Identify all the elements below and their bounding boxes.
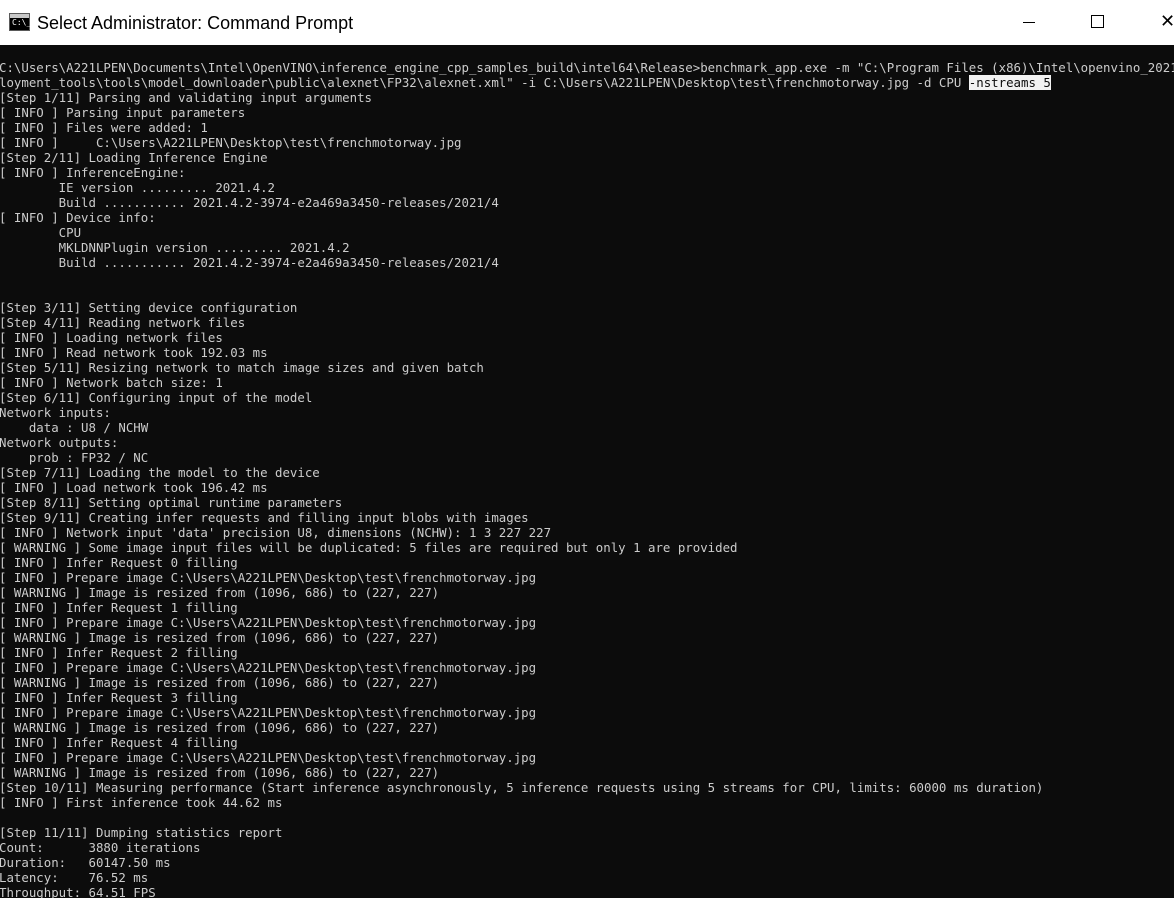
console-line: [ INFO ] Load network took 196.42 ms [0,480,268,495]
console-line: data : U8 / NCHW [0,420,149,435]
minimize-button[interactable] [1006,0,1052,45]
console-line: [Step 7/11] Loading the model to the dev… [0,465,320,480]
window-title: Select Administrator: Command Prompt [37,13,354,33]
close-icon: ✕ [1160,11,1174,32]
cmd-icon[interactable]: C:\_ [9,13,32,31]
console-line: [ INFO ] Files were added: 1 [0,120,208,135]
console-line: CPU [0,225,82,240]
console-line: [ WARNING ] Image is resized from (1096,… [0,585,440,600]
console-output[interactable]: C:\Users\A221LPEN\Documents\Intel\OpenVI… [0,45,1174,898]
console-line: [ INFO ] Prepare image C:\Users\A221LPEN… [0,570,537,585]
console-line: [ WARNING ] Image is resized from (1096,… [0,720,440,735]
console-line: [ INFO ] Infer Request 2 filling [0,645,238,660]
console-line: [ INFO ] First inference took 44.62 ms [0,795,283,810]
console-line: [ INFO ] Loading network files [0,330,223,345]
maximize-button[interactable] [1074,0,1120,45]
console-line: [ INFO ] Network batch size: 1 [0,375,223,390]
console-line: Build ........... 2021.4.2-3974-e2a469a3… [0,255,499,270]
console-line: [ INFO ] Infer Request 3 filling [0,690,238,705]
console-line: [Step 11/11] Dumping statistics report [0,825,283,840]
console-line: Network outputs: [0,435,119,450]
console-line: [ INFO ] Infer Request 4 filling [0,735,238,750]
console-line: [Step 1/11] Parsing and validating input… [0,90,372,105]
console-line: [ WARNING ] Image is resized from (1096,… [0,765,440,780]
console-line: [Step 2/11] Loading Inference Engine [0,150,268,165]
console-line: [ WARNING ] Image is resized from (1096,… [0,675,440,690]
console-line: Latency: 76.52 ms [0,870,149,885]
minimize-icon [1023,22,1035,23]
console-line: [ INFO ] C:\Users\A221LPEN\Desktop\test\… [0,135,462,150]
console-line: [ INFO ] Prepare image C:\Users\A221LPEN… [0,660,537,675]
console-line: [ INFO ] Infer Request 0 filling [0,555,238,570]
title-bar[interactable]: C:\_ Select Administrator: Command Promp… [0,0,1174,45]
console-line: [ WARNING ] Image is resized from (1096,… [0,630,440,645]
console-lines: C:\Users\A221LPEN\Documents\Intel\OpenVI… [0,60,1174,898]
console-line: [Step 5/11] Resizing network to match im… [0,360,484,375]
console-line: Count: 3880 iterations [0,840,201,855]
console-line: [Step 10/11] Measuring performance (Star… [0,780,1044,795]
command-prompt-window: C:\_ Select Administrator: Command Promp… [0,0,1174,898]
command-line-continued: loyment_tools\tools\model_downloader\pub… [0,75,1174,90]
console-line: [Step 9/11] Creating infer requests and … [0,510,529,525]
close-button[interactable]: ✕ [1142,0,1174,45]
console-line: [Step 3/11] Setting device configuration [0,300,298,315]
console-line: [ INFO ] InferenceEngine: [0,165,186,180]
cmd-icon-glyph: C:\_ [12,18,32,27]
command-text: loyment_tools\tools\model_downloader\pub… [0,75,969,90]
console-line: [ INFO ] Infer Request 1 filling [0,600,238,615]
console-line: IE version ......... 2021.4.2 [0,180,276,195]
console-line: Build ........... 2021.4.2-3974-e2a469a3… [0,195,499,210]
console-line: [ INFO ] Network input 'data' precision … [0,525,552,540]
console-line: [ INFO ] Read network took 192.03 ms [0,345,268,360]
console-line: [ INFO ] Device info: [0,210,156,225]
selected-text[interactable]: -nstreams 5 [968,75,1051,90]
console-line: [ INFO ] Prepare image C:\Users\A221LPEN… [0,615,537,630]
console-line: Throughput: 64.51 FPS [0,885,156,898]
console-line: Duration: 60147.50 ms [0,855,171,870]
console-line: [ INFO ] Prepare image C:\Users\A221LPEN… [0,750,537,765]
console-line: Network inputs: [0,405,111,420]
console-line: [ INFO ] Prepare image C:\Users\A221LPEN… [0,705,537,720]
console-line: MKLDNNPlugin version ......... 2021.4.2 [0,240,350,255]
console-line: [Step 8/11] Setting optimal runtime para… [0,495,343,510]
console-line: [ WARNING ] Some image input files will … [0,540,738,555]
maximize-icon [1091,15,1104,28]
console-line: [Step 4/11] Reading network files [0,315,246,330]
console-line: prob : FP32 / NC [0,450,149,465]
console-line: [Step 6/11] Configuring input of the mod… [0,390,313,405]
command-line: C:\Users\A221LPEN\Documents\Intel\OpenVI… [0,60,1174,75]
console-line: [ INFO ] Parsing input parameters [0,105,246,120]
